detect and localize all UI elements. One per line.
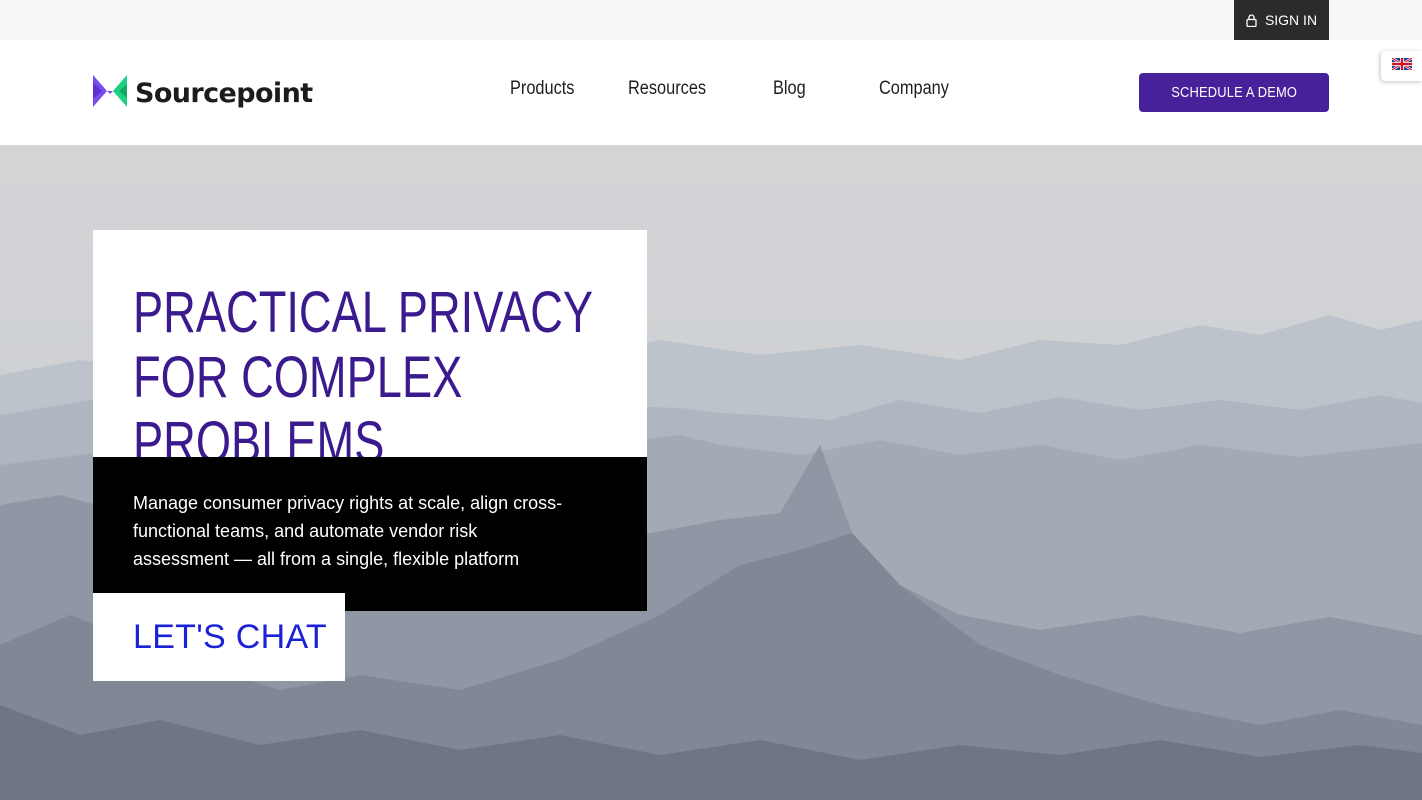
hero-title: PRACTICAL PRIVACY FOR COMPLEX PROBLEMS — [133, 280, 593, 475]
nav-blog[interactable]: Blog — [773, 78, 806, 100]
sign-in-button[interactable]: SIGN IN — [1234, 0, 1329, 40]
main-header: Sourcepoint Products Resources Blog Comp… — [0, 40, 1422, 145]
nav-company[interactable]: Company — [879, 78, 949, 100]
lets-chat-label: LET'S CHAT — [133, 617, 328, 656]
lets-chat-button[interactable]: LET'S CHAT — [93, 593, 345, 681]
nav-resources[interactable]: Resources — [628, 78, 706, 100]
lock-icon — [1246, 13, 1257, 27]
sign-in-label: SIGN IN — [1264, 12, 1318, 28]
nav-products[interactable]: Products — [510, 78, 574, 100]
hero-title-card: PRACTICAL PRIVACY FOR COMPLEX PROBLEMS — [93, 230, 647, 475]
utility-bar: SIGN IN — [0, 0, 1422, 40]
hero-description-card: Manage consumer privacy rights at scale,… — [93, 457, 647, 611]
language-selector[interactable] — [1381, 51, 1422, 81]
hero-description: Manage consumer privacy rights at scale,… — [133, 493, 563, 569]
schedule-demo-label: SCHEDULE A DEMO — [1171, 84, 1297, 101]
uk-flag-icon — [1390, 56, 1413, 75]
schedule-demo-button[interactable]: SCHEDULE A DEMO — [1139, 73, 1329, 112]
